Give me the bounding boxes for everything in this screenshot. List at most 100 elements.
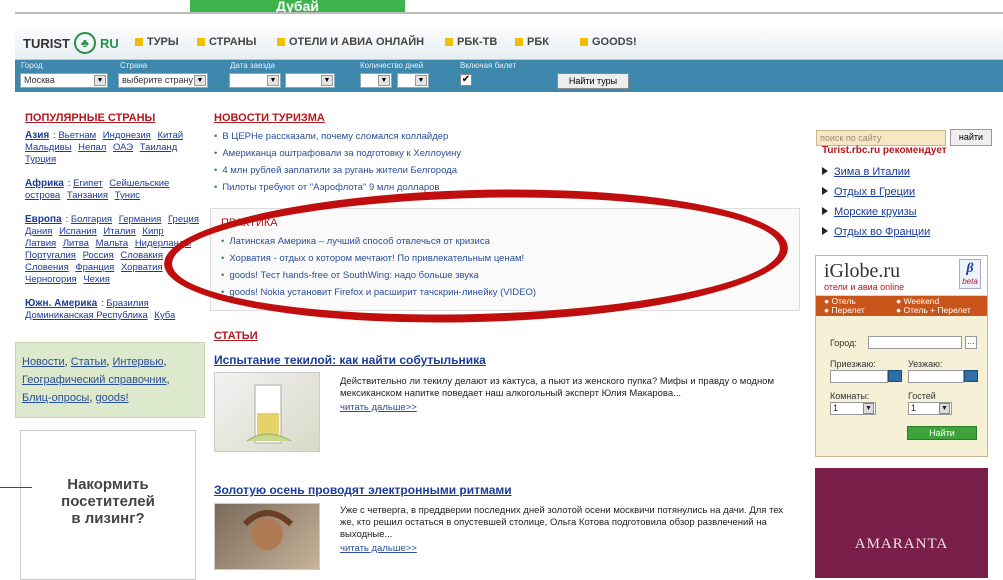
country-link[interactable]: Россия <box>83 250 114 261</box>
country-link[interactable]: Тунис <box>115 190 140 201</box>
nav-item-tours[interactable]: ТУРЫ <box>135 36 179 48</box>
guests-select[interactable]: 1 ▼ <box>908 402 952 415</box>
practice-item[interactable]: goods! Тест hands-free от SouthWing: над… <box>221 267 789 284</box>
autumn-party-image[interactable] <box>214 503 320 570</box>
news-item[interactable]: Пилоты требуют от "Аэрофлота" 9 млн долл… <box>214 179 804 196</box>
calendar-icon[interactable] <box>964 370 978 382</box>
country-link[interactable]: Италия <box>103 226 135 237</box>
country-link[interactable]: Индонезия <box>103 130 151 141</box>
country-link[interactable]: Дания <box>25 226 52 237</box>
country-link[interactable]: ОАЭ <box>113 142 133 153</box>
recommendation-item[interactable]: Отдых в Греции <box>822 182 992 202</box>
country-link[interactable]: Куба <box>154 310 175 321</box>
recommendation-item[interactable]: Зима в Италии <box>822 162 992 182</box>
more-icon[interactable]: … <box>965 336 977 349</box>
nav-item-hotels-avia[interactable]: ОТЕЛИ И АВИА ОНЛАЙН <box>277 36 424 48</box>
find-tours-button[interactable]: Найти туры <box>557 73 629 89</box>
article-headline[interactable]: Золотую осень проводят электронными ритм… <box>214 483 512 497</box>
country-link[interactable]: Черногория <box>25 274 77 285</box>
country-link[interactable]: Испания <box>59 226 97 237</box>
country-link[interactable]: Греция <box>168 214 199 225</box>
article-headline[interactable]: Испытание текилой: как найти собутыльник… <box>214 353 486 367</box>
nav-item-rbc-tv[interactable]: РБК-ТВ <box>445 36 497 48</box>
tequila-image[interactable] <box>214 372 320 452</box>
country-link[interactable]: Турция <box>25 154 56 165</box>
month-select[interactable]: ▼ <box>285 73 335 88</box>
country-link[interactable]: Хорватия <box>121 262 163 273</box>
days-from-select[interactable]: ▼ <box>360 73 392 88</box>
left-banner-ad[interactable]: Накормить посетителей в лизинг? <box>20 430 196 580</box>
day-select[interactable]: ▼ <box>229 73 281 88</box>
country-link[interactable]: Словения <box>25 262 69 273</box>
country-link[interactable]: Франция <box>75 262 114 273</box>
recommendations-title: Turist.rbc.ru рекомендует <box>822 145 947 156</box>
country-link[interactable]: Португалия <box>25 250 76 261</box>
country-link[interactable]: Болгария <box>71 214 112 225</box>
country-link[interactable]: Германия <box>119 214 162 225</box>
nav-item-goods[interactable]: GOODS! <box>580 36 637 48</box>
site-search-button[interactable]: найти <box>950 129 992 146</box>
link-goods[interactable]: goods! <box>95 392 128 404</box>
region-name[interactable]: Южн. Америка <box>25 298 97 309</box>
country-link[interactable]: Кипр <box>142 226 163 237</box>
region-name[interactable]: Европа <box>25 214 62 225</box>
practice-item[interactable]: Хорватия - отдых о котором мечтают! По п… <box>221 250 789 267</box>
top-banner-ad[interactable]: Дубай <box>190 0 405 12</box>
link-news[interactable]: Новости <box>22 356 65 368</box>
nav-item-rbc[interactable]: РБК <box>515 36 549 48</box>
site-search-input[interactable]: поиск по сайту <box>816 130 946 146</box>
nav-item-countries[interactable]: СТРАНЫ <box>197 36 256 48</box>
country-link[interactable]: Китай <box>157 130 183 141</box>
recommendations: Turist.rbc.ru рекомендует Зима в Италии … <box>822 145 992 242</box>
arrive-label: Приезжаю: <box>830 359 876 369</box>
leave-date-input[interactable] <box>908 370 964 383</box>
country-link[interactable]: Мальдивы <box>25 142 72 153</box>
country-link[interactable]: Латвия <box>25 238 56 249</box>
country-link[interactable]: Литва <box>63 238 89 249</box>
rooms-select[interactable]: 1 ▼ <box>830 402 876 415</box>
country-link[interactable]: Мальта <box>96 238 129 249</box>
country-link[interactable]: Чехия <box>83 274 110 285</box>
option-flight[interactable]: ● Перелет <box>824 306 865 315</box>
country-select[interactable]: выберите страну ▼ <box>118 73 208 88</box>
country-link[interactable]: Вьетнам <box>58 130 96 141</box>
country-link[interactable]: Танзания <box>67 190 108 201</box>
iglobe-find-button[interactable]: Найти <box>907 426 977 440</box>
link-interviews[interactable]: Интервью <box>113 356 164 368</box>
days-to-select[interactable]: ▼ <box>397 73 429 88</box>
region-name[interactable]: Азия <box>25 130 49 141</box>
country-link[interactable]: Доминиканская Республика <box>25 310 148 321</box>
practice-item[interactable]: goods! Nokia установит Firefox и расшири… <box>221 284 789 301</box>
calendar-icon[interactable] <box>888 370 902 382</box>
news-item[interactable]: 4 млн рублей заплатили за ругань жители … <box>214 162 804 179</box>
news-title[interactable]: НОВОСТИ ТУРИЗМА <box>214 112 804 124</box>
arrive-date-input[interactable] <box>830 370 888 383</box>
country-link[interactable]: Непал <box>78 142 106 153</box>
country-link[interactable]: Египет <box>73 178 103 189</box>
recommendation-item[interactable]: Отдых во Франции <box>822 222 992 242</box>
read-more-link[interactable]: читать дальше>> <box>340 543 417 554</box>
news-item[interactable]: Американца оштрафовали за подготовку к Х… <box>214 145 804 162</box>
read-more-link[interactable]: читать дальше>> <box>340 402 417 413</box>
amaranta-banner-ad[interactable]: AMARANTA <box>815 468 988 578</box>
site-logo[interactable]: TURIST ♣ RU <box>23 31 119 55</box>
articles-title[interactable]: СТАТЬИ <box>214 330 258 342</box>
country-link[interactable]: Бразилия <box>106 298 148 309</box>
recommendation-item[interactable]: Морские круизы <box>822 202 992 222</box>
region-name[interactable]: Африка <box>25 178 64 189</box>
link-geo-guide[interactable]: Географический справочник <box>22 374 166 386</box>
news-item[interactable]: В ЦЕРНе рассказали, почему сломался колл… <box>214 128 804 145</box>
option-hotel-flight[interactable]: ● Отель + Перелет <box>896 306 971 315</box>
link-articles[interactable]: Статьи <box>71 356 107 368</box>
country-link[interactable]: Таиланд <box>140 142 178 153</box>
practice-item[interactable]: Латинская Америка – лучший способ отвлеч… <box>221 233 789 250</box>
iglobe-logo[interactable]: iGlobe.ru <box>824 260 900 283</box>
link-polls[interactable]: Блиц-опросы <box>22 392 89 404</box>
country-link[interactable]: Словакия <box>120 250 163 261</box>
iglobe-city-input[interactable] <box>868 336 962 349</box>
country-label: Страна <box>120 61 148 70</box>
ticket-checkbox[interactable]: ✔ <box>460 74 472 86</box>
city-select[interactable]: Москва ▼ <box>20 73 108 88</box>
country-link[interactable]: Нидерланды <box>135 238 191 249</box>
popular-title[interactable]: ПОПУЛЯРНЫЕ СТРАНЫ <box>25 112 205 124</box>
